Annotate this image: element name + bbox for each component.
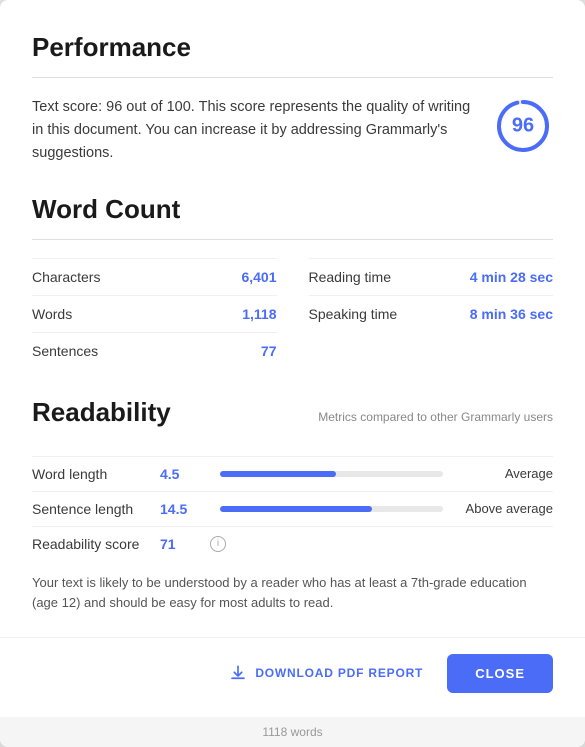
modal-body: Performance Text score: 96 out of 100. T…: [0, 0, 585, 633]
stat-row-reading: Reading time 4 min 28 sec: [309, 258, 554, 295]
characters-label: Characters: [32, 269, 217, 285]
words-label: Words: [32, 306, 217, 322]
word-length-bar-label: Average: [463, 466, 553, 481]
sentences-label: Sentences: [32, 343, 217, 359]
performance-title: Performance: [32, 32, 553, 63]
readability-row-score: Readability score 71 i: [32, 526, 553, 561]
modal-footer: DOWNLOAD PDF REPORT CLOSE: [0, 637, 585, 717]
stats-left: Characters 6,401 Words 1,118 Sentences 7…: [32, 258, 293, 369]
download-icon: [229, 664, 247, 682]
word-length-bar-fill: [220, 471, 336, 477]
speaking-time-label: Speaking time: [309, 306, 470, 322]
stat-row-words: Words 1,118: [32, 295, 277, 332]
sentences-value: 77: [217, 343, 277, 359]
readability-title: Readability: [32, 397, 171, 428]
readability-score-label: Readability score: [32, 536, 152, 552]
readability-row-word-length: Word length 4.5 Average: [32, 456, 553, 491]
reading-time-value: 4 min 28 sec: [470, 269, 553, 285]
sentence-length-bar: [220, 506, 443, 512]
performance-description: Text score: 96 out of 100. This score re…: [32, 96, 477, 166]
word-count-section: Word Count Characters 6,401 Words 1,118 …: [32, 194, 553, 369]
stat-row-sentences: Sentences 77: [32, 332, 277, 369]
performance-divider: [32, 77, 553, 78]
readability-header: Readability Metrics compared to other Gr…: [32, 397, 553, 442]
stats-right: Reading time 4 min 28 sec Speaking time …: [293, 258, 554, 369]
sentence-length-bar-label: Above average: [463, 501, 553, 516]
sentence-length-label: Sentence length: [32, 501, 152, 517]
bottom-bar: 1118 words: [0, 717, 585, 747]
readability-note: Your text is likely to be understood by …: [32, 573, 553, 613]
readability-subtitle: Metrics compared to other Grammarly user…: [318, 410, 553, 424]
readability-score-value: 71: [160, 536, 200, 552]
bottom-bar-text: 1118 words: [262, 725, 322, 739]
score-circle-wrapper: 96: [493, 96, 553, 156]
readability-section: Readability Metrics compared to other Gr…: [32, 397, 553, 613]
word-count-divider: [32, 239, 553, 240]
sentence-length-value: 14.5: [160, 501, 200, 517]
word-length-label: Word length: [32, 466, 152, 482]
stat-row-speaking: Speaking time 8 min 36 sec: [309, 295, 554, 332]
download-pdf-button[interactable]: DOWNLOAD PDF REPORT: [225, 656, 427, 690]
sentence-length-bar-fill: [220, 506, 372, 512]
performance-section: Performance Text score: 96 out of 100. T…: [32, 32, 553, 166]
stats-grid: Characters 6,401 Words 1,118 Sentences 7…: [32, 258, 553, 369]
modal: Performance Text score: 96 out of 100. T…: [0, 0, 585, 747]
word-length-value: 4.5: [160, 466, 200, 482]
word-count-title: Word Count: [32, 194, 553, 225]
words-value: 1,118: [217, 306, 277, 322]
info-icon[interactable]: i: [210, 536, 226, 552]
stat-row-characters: Characters 6,401: [32, 258, 277, 295]
performance-content: Text score: 96 out of 100. This score re…: [32, 96, 553, 166]
reading-time-label: Reading time: [309, 269, 470, 285]
speaking-time-value: 8 min 36 sec: [470, 306, 553, 322]
score-number: 96: [512, 115, 534, 138]
score-circle: 96: [493, 96, 553, 156]
readability-row-sentence-length: Sentence length 14.5 Above average: [32, 491, 553, 526]
characters-value: 6,401: [217, 269, 277, 285]
word-length-bar: [220, 471, 443, 477]
close-button[interactable]: CLOSE: [447, 654, 553, 693]
download-label: DOWNLOAD PDF REPORT: [255, 666, 423, 680]
